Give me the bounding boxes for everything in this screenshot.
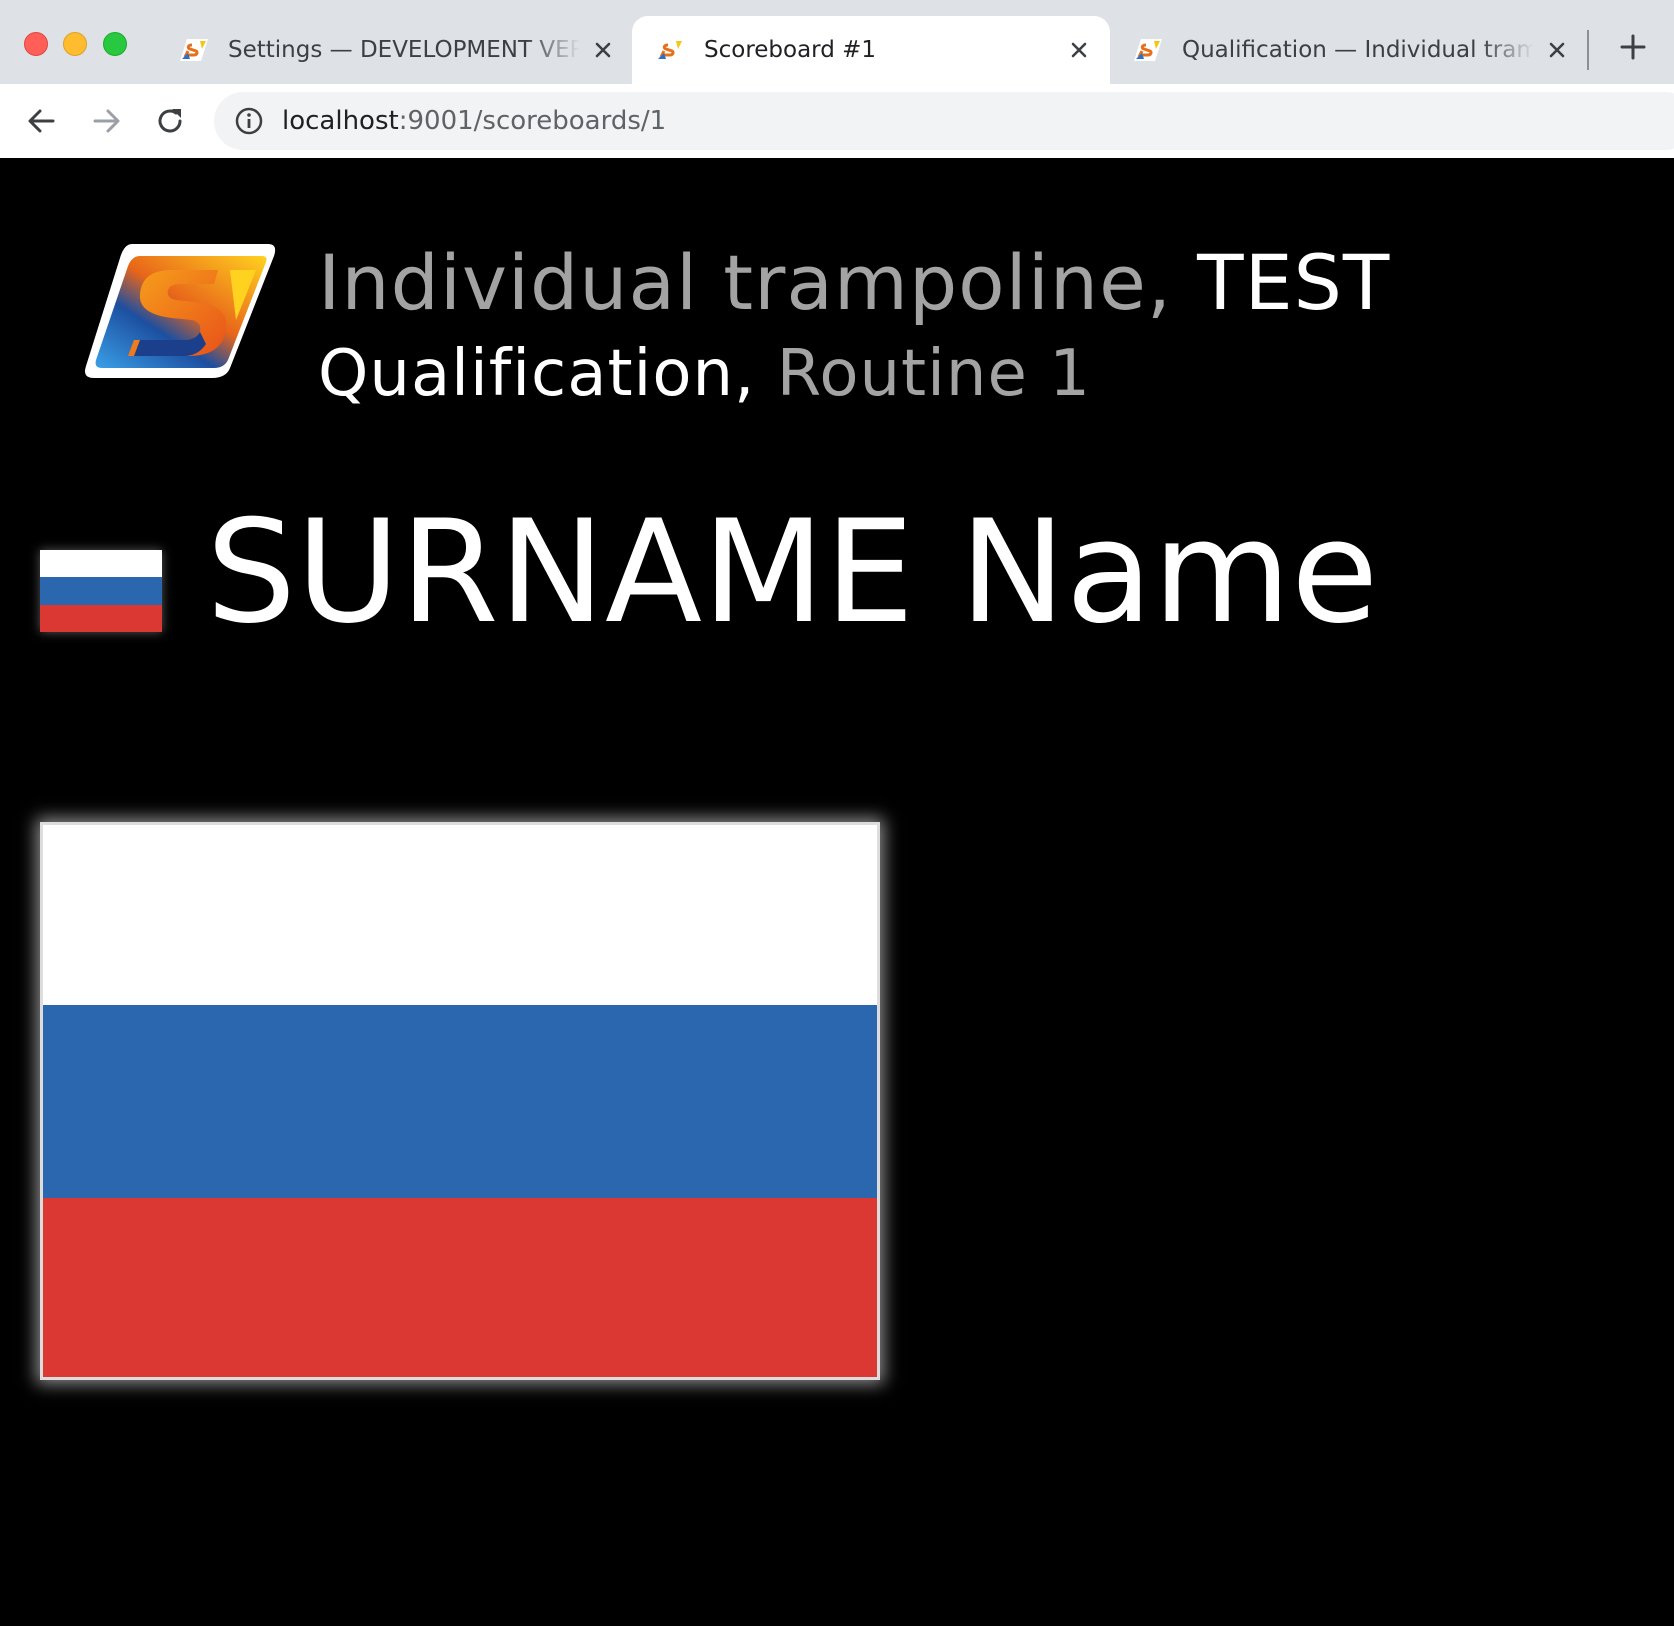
flag-stripe-white — [43, 825, 877, 1005]
maximize-window-button[interactable] — [103, 32, 127, 56]
tab-strip: Settings — DEVELOPMENT VERSION Scoreboar… — [0, 0, 1674, 84]
stage-name: Qualification, — [318, 337, 756, 411]
tab-scoreboard[interactable]: Scoreboard #1 — [632, 16, 1110, 84]
tab-qualification[interactable]: Qualification — Individual trampoline — [1110, 16, 1588, 84]
close-window-button[interactable] — [24, 32, 48, 56]
competition-name: Individual trampoline, — [318, 238, 1172, 327]
app-favicon-icon — [1134, 39, 1162, 61]
minimize-window-button[interactable] — [63, 32, 87, 56]
new-tab-icon[interactable] — [1620, 34, 1646, 60]
flag-stripe-blue — [40, 577, 162, 605]
url-host: localhost — [282, 106, 399, 136]
tab-title: Settings — DEVELOPMENT VERSION — [228, 37, 580, 63]
back-arrow-icon[interactable] — [25, 104, 59, 138]
app-logo — [85, 244, 276, 378]
routine-name: Routine 1 — [776, 337, 1091, 411]
flag-stripe-red — [40, 604, 162, 632]
flag-stripe-blue — [43, 1004, 877, 1199]
app-favicon-icon — [180, 39, 208, 61]
site-info-icon[interactable] — [234, 106, 264, 136]
app-favicon-icon — [656, 39, 684, 61]
competition-title: Individual trampoline, TEST — [318, 238, 1390, 328]
tab-separator — [1587, 30, 1589, 70]
forward-arrow-icon[interactable] — [89, 104, 123, 138]
tab-title: Qualification — Individual trampoline — [1182, 37, 1534, 63]
close-tab-icon[interactable] — [1066, 37, 1092, 63]
browser-chrome: Settings — DEVELOPMENT VERSION Scoreboar… — [0, 0, 1674, 158]
close-tab-icon[interactable] — [1544, 37, 1570, 63]
tab-title: Scoreboard #1 — [704, 37, 877, 63]
address-bar[interactable]: localhost:9001/scoreboards/1 — [214, 92, 1674, 150]
athlete-country-flag — [40, 550, 162, 632]
flag-stripe-red — [43, 1198, 877, 1377]
athlete-name: SURNAME Name — [206, 490, 1379, 655]
tab-settings[interactable]: Settings — DEVELOPMENT VERSION — [156, 16, 634, 84]
scoreboard-page: Individual trampoline, TEST Qualificatio… — [0, 158, 1674, 1626]
country-flag-large — [40, 822, 880, 1380]
stage-title: Qualification, Routine 1 — [318, 336, 1091, 412]
url-text[interactable]: localhost:9001/scoreboards/1 — [282, 106, 666, 136]
close-tab-icon[interactable] — [590, 37, 616, 63]
url-path: :9001/scoreboards/1 — [398, 106, 667, 136]
browser-toolbar: localhost:9001/scoreboards/1 — [0, 84, 1674, 158]
reload-icon[interactable] — [153, 104, 187, 138]
flag-stripe-white — [40, 550, 162, 578]
competition-tag: TEST — [1197, 238, 1391, 327]
